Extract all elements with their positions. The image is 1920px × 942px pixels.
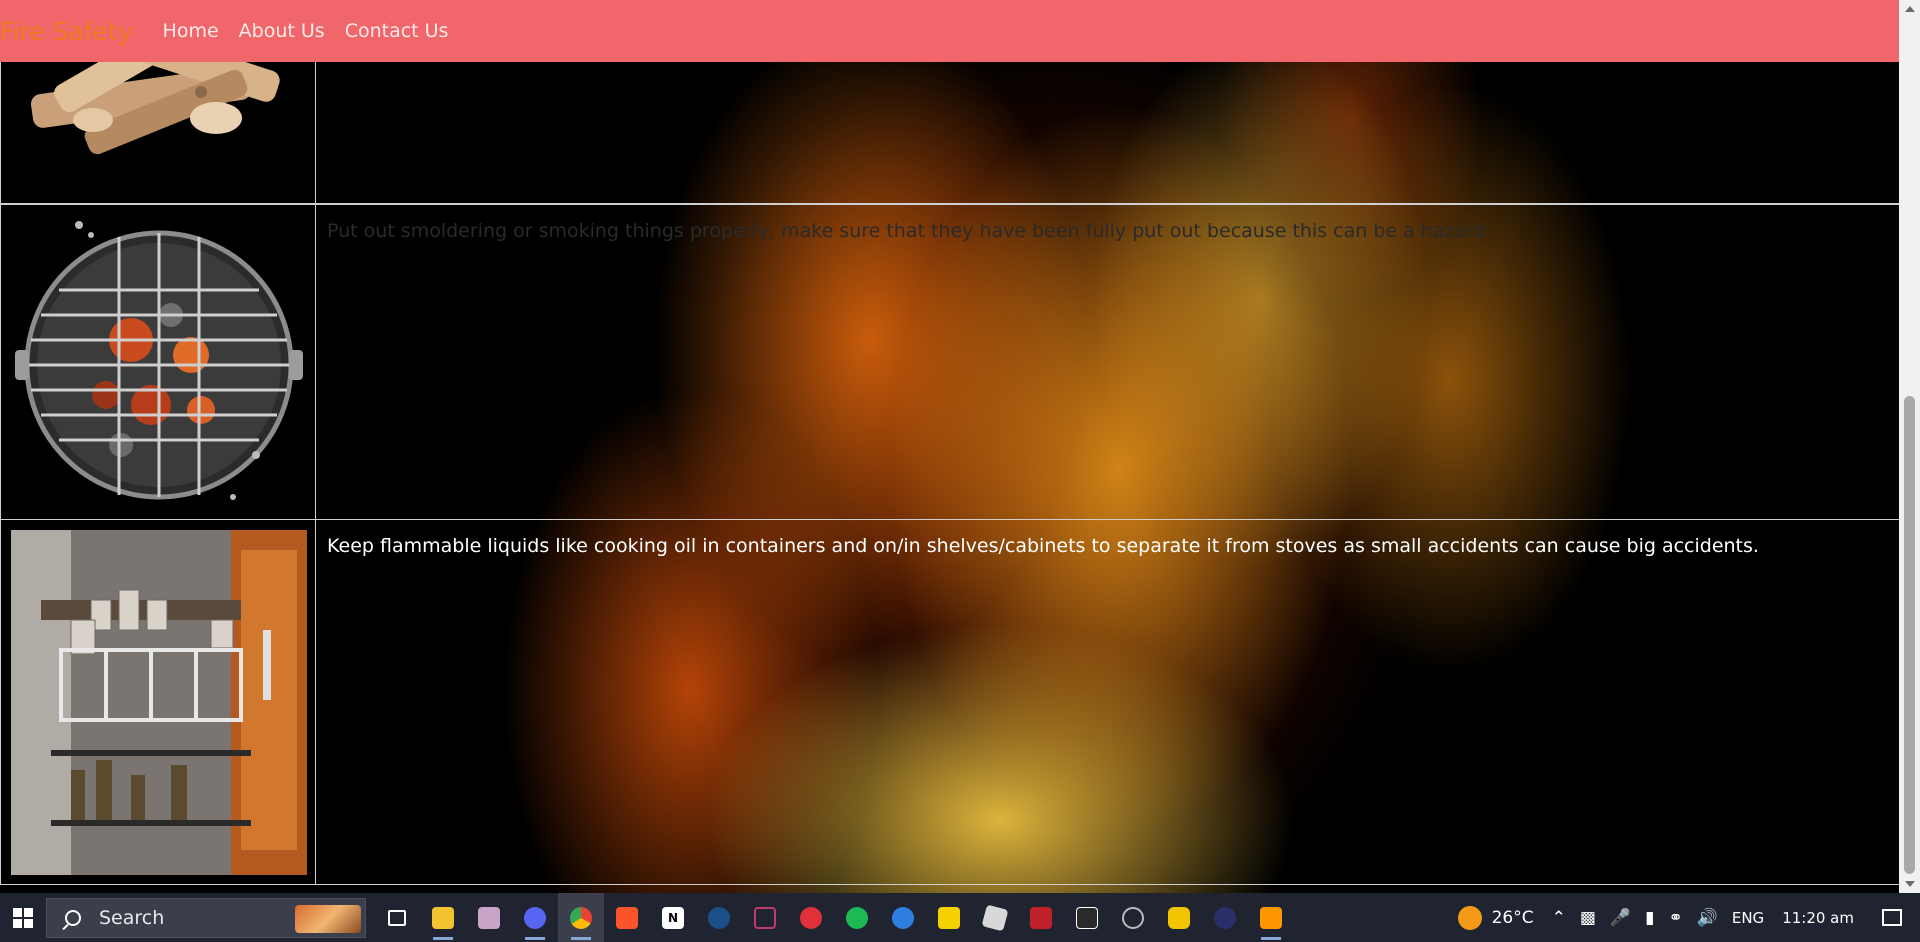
nav-link-home[interactable]: Home (163, 20, 219, 42)
weather-temperature[interactable]: 26°C (1492, 908, 1534, 928)
windows-taskbar: Search N 26°C ⌃ ▩ 🎤 ▮ ⚭ 🔊 ENG 11:20 am (0, 893, 1920, 942)
microphone-icon[interactable]: 🎤 (1610, 908, 1631, 928)
start-button[interactable] (0, 893, 46, 942)
search-highlight-image (295, 904, 361, 933)
charcoal-grill-image (0, 205, 316, 519)
search-icon (65, 909, 81, 926)
voicemeeter-icon[interactable] (1018, 893, 1064, 942)
page-viewport: Put out smoldering or smoking things pro… (0, 0, 1920, 893)
sublime-icon[interactable] (1248, 893, 1294, 942)
app-icon[interactable] (1202, 893, 1248, 942)
spotify-lyrics-icon[interactable] (1156, 893, 1202, 942)
remote-icon[interactable] (880, 893, 926, 942)
taskbar-pinned-apps: N (374, 893, 1294, 942)
table-row: Put out smoldering or smoking things pro… (0, 204, 1899, 520)
system-tray: 26°C ⌃ ▩ 🎤 ▮ ⚭ 🔊 ENG 11:20 am (1457, 893, 1920, 942)
taskbar-search-box[interactable]: Search (46, 897, 366, 938)
photos-icon[interactable] (466, 893, 512, 942)
scroll-up-arrow-icon[interactable] (1905, 6, 1915, 12)
battery-icon[interactable]: ▮ (1645, 908, 1654, 928)
volume-icon[interactable]: 🔊 (1697, 908, 1718, 928)
task-view-icon[interactable] (374, 893, 420, 942)
roblox-icon[interactable] (972, 893, 1018, 942)
table-row: Keep flammable liquids like cooking oil … (0, 520, 1899, 885)
discord-icon[interactable] (512, 893, 558, 942)
obs-icon[interactable] (1110, 893, 1156, 942)
kitchen-cabinet-bottles-image (0, 520, 316, 884)
windows-logo-icon (13, 907, 33, 928)
language-indicator[interactable]: ENG (1732, 909, 1764, 927)
chevron-up-icon[interactable]: ⌃ (1552, 908, 1566, 928)
brand-logo-text[interactable]: Fire Safety (0, 17, 133, 46)
scroll-down-arrow-icon[interactable] (1905, 881, 1915, 887)
weather-sun-icon[interactable] (1457, 905, 1482, 930)
brave-icon[interactable] (604, 893, 650, 942)
scroll-thumb[interactable] (1904, 396, 1915, 874)
file-explorer-icon[interactable] (420, 893, 466, 942)
nav-link-contact-us[interactable]: Contact Us (345, 20, 449, 42)
spotify-icon[interactable] (834, 893, 880, 942)
row-text: Put out smoldering or smoking things pro… (327, 220, 1492, 242)
notification-icon[interactable] (1882, 909, 1902, 926)
steam-icon[interactable] (696, 893, 742, 942)
game-icon[interactable] (788, 893, 834, 942)
meet-now-icon[interactable]: ▩ (1580, 908, 1596, 928)
nav-link-about-us[interactable]: About Us (239, 20, 325, 42)
search-placeholder: Search (99, 906, 165, 929)
clock[interactable]: 11:20 am (1782, 909, 1854, 927)
epic-games-icon[interactable] (1064, 893, 1110, 942)
chrome-icon[interactable] (558, 893, 604, 942)
row-text: Keep flammable liquids like cooking oil … (327, 535, 1759, 557)
wifi-icon[interactable]: ⚭ (1668, 908, 1682, 928)
vscode-icon[interactable] (742, 893, 788, 942)
vertical-scrollbar[interactable] (1899, 0, 1920, 893)
navbar: Fire Safety Home About Us Contact Us (0, 0, 1899, 62)
notion-icon[interactable]: N (650, 893, 696, 942)
sticky-notes-icon[interactable] (926, 893, 972, 942)
